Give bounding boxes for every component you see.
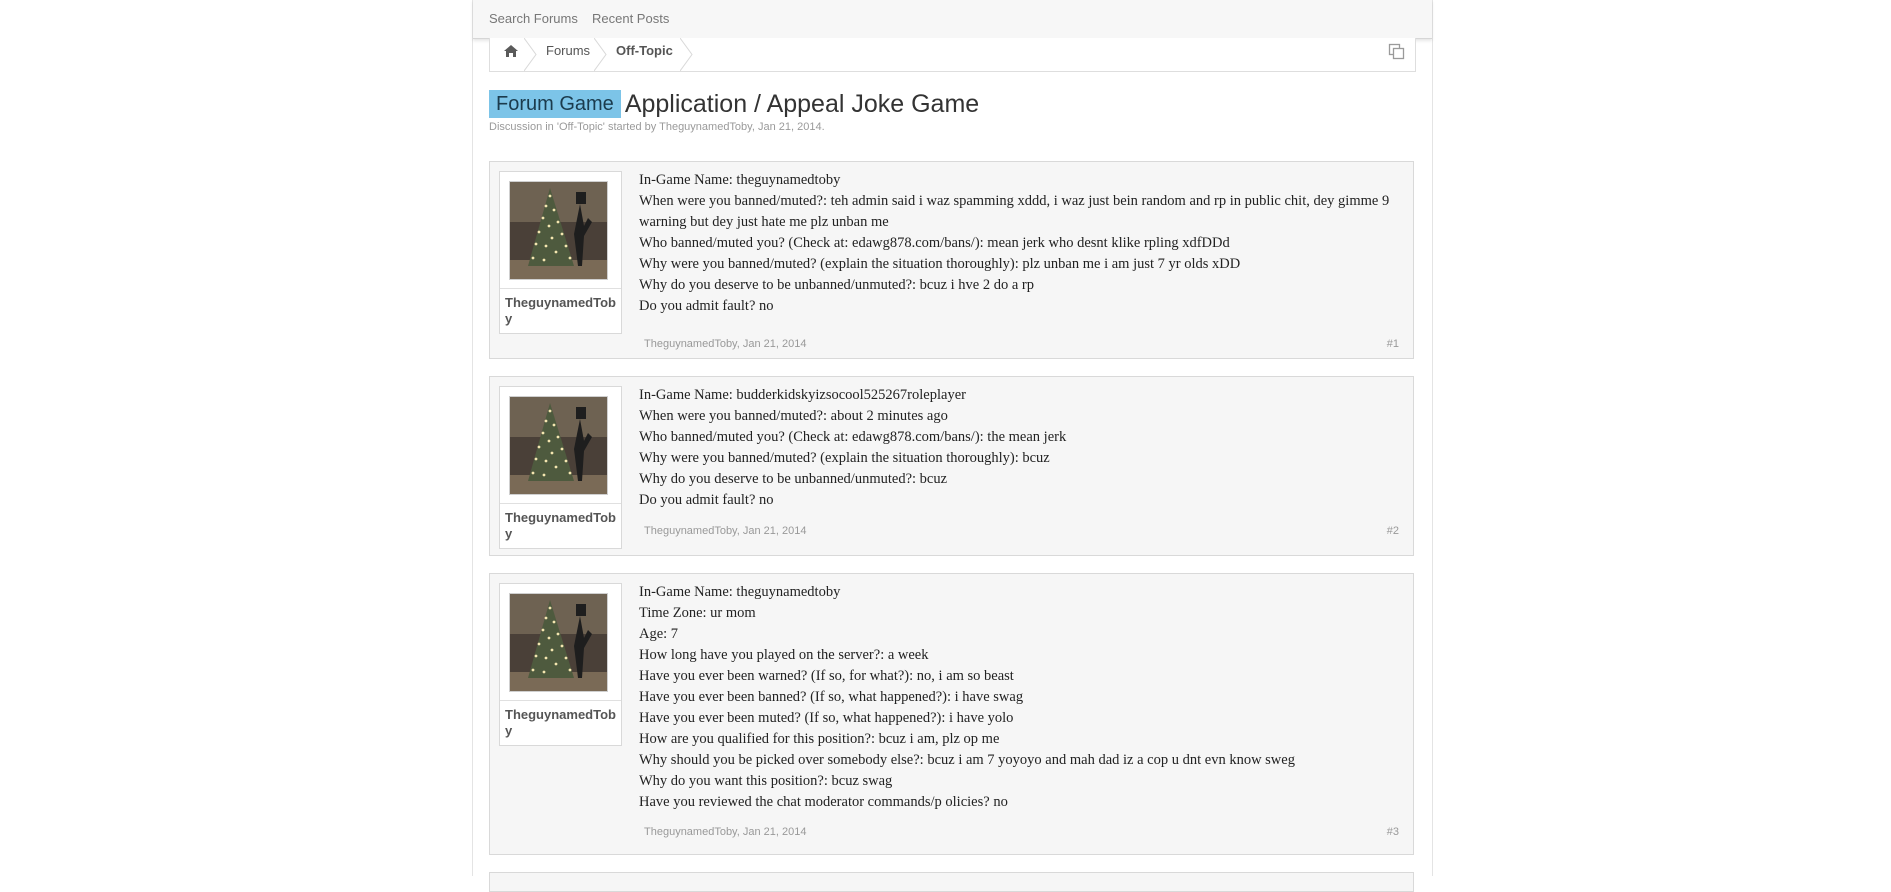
meta-prefix-text: Discussion in ' (489, 121, 559, 133)
message-line: Have you ever been muted? (If so, what h… (639, 710, 1014, 726)
breadcrumb-separator (680, 38, 693, 71)
breadcrumb-forums[interactable]: Forums (536, 38, 607, 71)
post-message: In-Game Name: theguynamedtoby Time Zone:… (639, 582, 1399, 813)
breadcrumb-off-topic[interactable]: Off-Topic (606, 38, 693, 71)
post-author-link[interactable]: TheguynamedToby (644, 525, 737, 537)
post-user-box: TheguynamedToby (499, 583, 622, 746)
message-line: When were you banned/muted?: teh admin s… (639, 193, 1390, 230)
username-link[interactable]: TheguynamedToby (500, 288, 621, 333)
post-date-link[interactable]: Jan 21, 2014 (743, 826, 807, 838)
breadcrumb: Forums Off-Topic (489, 38, 1416, 72)
breadcrumb-home[interactable] (490, 38, 537, 71)
breadcrumb-forums-label: Forums (546, 43, 591, 58)
post-number-link[interactable]: #3 (1387, 826, 1399, 838)
post-footer: TheguynamedToby, Jan 21, 2014 (644, 826, 807, 838)
page-container: Search Forums Recent Posts Forums Off-To… (472, 0, 1433, 892)
message-line: Why do you deserve to be unbanned/unmute… (639, 471, 948, 487)
post-1: TheguynamedToby In-Game Name: theguyname… (489, 161, 1414, 359)
message-line: In-Game Name: theguynamedtoby (639, 172, 841, 188)
message-line: Have you ever been warned? (If so, for w… (639, 668, 1014, 684)
post-user-box: TheguynamedToby (499, 171, 622, 334)
user-avatar[interactable] (509, 396, 608, 495)
message-line: Do you admit fault? no (639, 492, 774, 508)
post-message: In-Game Name: theguynamedtoby When were … (639, 170, 1399, 317)
message-line: Why do you want this position?: bcuz swa… (639, 773, 893, 789)
user-avatar[interactable] (509, 593, 608, 692)
post-3: TheguynamedToby In-Game Name: theguyname… (489, 573, 1414, 855)
post-footer: TheguynamedToby, Jan 21, 2014 (644, 525, 807, 537)
post-number-link[interactable]: #2 (1387, 525, 1399, 537)
post-4-partial (489, 872, 1414, 892)
top-navigation-bar: Search Forums Recent Posts (473, 0, 1432, 39)
message-line: Why were you banned/muted? (explain the … (639, 256, 1241, 272)
message-line: Who banned/muted you? (Check at: edawg87… (639, 429, 1067, 445)
search-forums-link[interactable]: Search Forums (489, 11, 578, 26)
breadcrumb-current-label: Off-Topic (616, 43, 673, 58)
meta-forum-link[interactable]: Off-Topic (559, 121, 603, 133)
home-icon (504, 45, 518, 57)
message-line: Why do you deserve to be unbanned/unmute… (639, 277, 1035, 293)
message-line: Do you admit fault? no (639, 298, 774, 314)
message-line: Why were you banned/muted? (explain the … (639, 450, 1050, 466)
meta-mid-text: ' started by (602, 121, 660, 133)
message-line: Age: 7 (639, 626, 679, 642)
user-avatar[interactable] (509, 181, 608, 280)
message-line: Why should you be picked over somebody e… (639, 752, 1295, 768)
meta-date-link[interactable]: Jan 21, 2014 (758, 121, 822, 133)
post-footer: TheguynamedToby, Jan 21, 2014 (644, 338, 807, 350)
username-link[interactable]: TheguynamedToby (500, 700, 621, 745)
thread-prefix-badge[interactable]: Forum Game (489, 90, 621, 118)
thread-title: Application / Appeal Joke Game (624, 90, 980, 118)
message-line: How long have you played on the server?:… (639, 647, 929, 663)
recent-posts-link[interactable]: Recent Posts (592, 11, 669, 26)
message-line: Have you ever been banned? (If so, what … (639, 689, 1024, 705)
message-line: In-Game Name: theguynamedtoby (639, 584, 841, 600)
post-number-link[interactable]: #1 (1387, 338, 1399, 350)
message-line: When were you banned/muted?: about 2 min… (639, 408, 948, 424)
message-line: Have you reviewed the chat moderator com… (639, 794, 1008, 810)
post-date-link[interactable]: Jan 21, 2014 (743, 338, 807, 350)
message-line: How are you qualified for this position?… (639, 731, 1000, 747)
copy-icon[interactable] (1388, 43, 1406, 61)
post-message: In-Game Name: budderkidskyizsocool525267… (639, 385, 1399, 511)
message-line: Who banned/muted you? (Check at: edawg87… (639, 235, 1230, 251)
post-date-link[interactable]: Jan 21, 2014 (743, 525, 807, 537)
post-author-link[interactable]: TheguynamedToby (644, 338, 737, 350)
meta-end: . (821, 121, 825, 133)
message-line: In-Game Name: budderkidskyizsocool525267… (639, 387, 966, 403)
post-user-box: TheguynamedToby (499, 386, 622, 549)
username-link[interactable]: TheguynamedToby (500, 503, 621, 548)
thread-title-row: Forum Game Application / Appeal Joke Game (489, 89, 979, 119)
post-2: TheguynamedToby In-Game Name: budderkids… (489, 376, 1414, 556)
message-line: Time Zone: ur mom (639, 605, 756, 621)
thread-meta: Discussion in 'Off-Topic' started by The… (489, 121, 825, 133)
meta-author-link[interactable]: TheguynamedToby (659, 121, 752, 133)
post-author-link[interactable]: TheguynamedToby (644, 826, 737, 838)
